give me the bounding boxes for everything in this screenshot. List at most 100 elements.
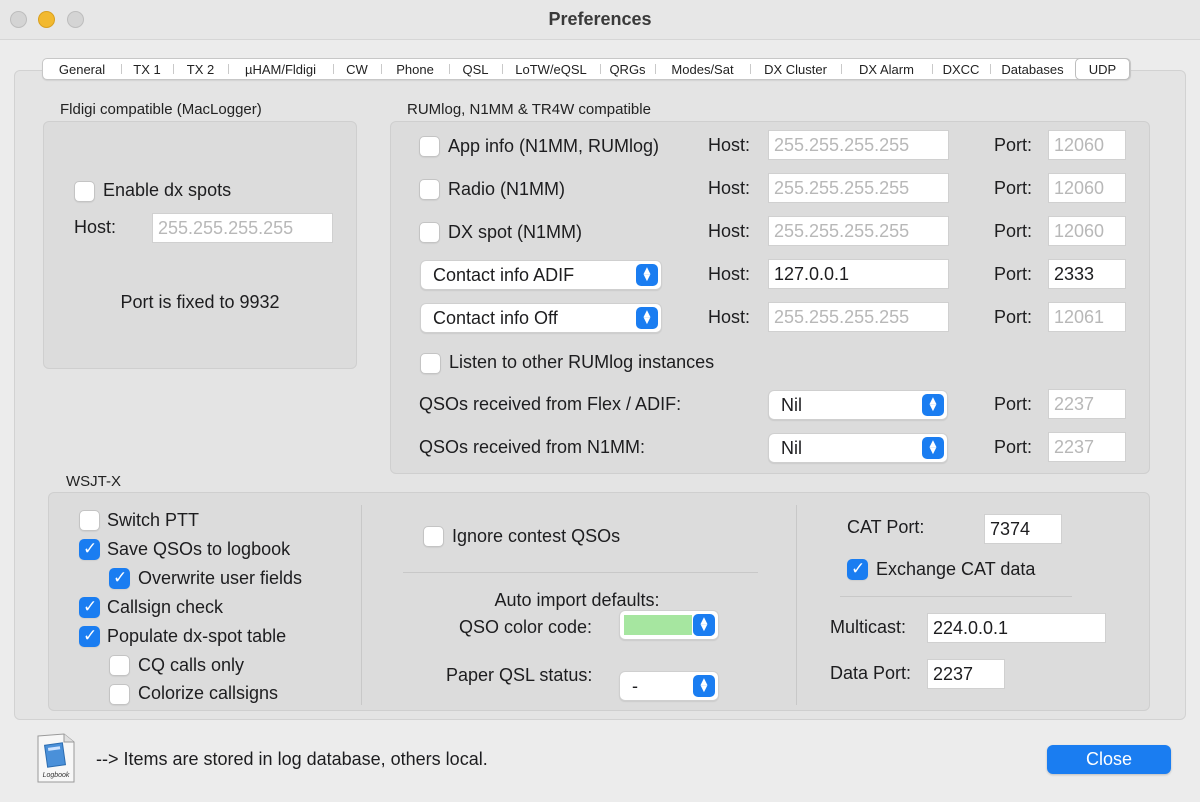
tab-lotw-eqsl[interactable]: LoTW/eQSL bbox=[502, 59, 600, 79]
contact-info-2-host-input[interactable]: 255.255.255.255 bbox=[768, 302, 949, 332]
column-divider bbox=[796, 505, 797, 705]
app-info-port-input[interactable]: 12060 bbox=[1048, 130, 1126, 160]
listen-rumlog-label: Listen to other RUMlog instances bbox=[449, 352, 715, 372]
port-label: Port: bbox=[994, 178, 1033, 198]
tab-dxcc[interactable]: DXCC bbox=[932, 59, 990, 79]
logbook-icon-caption: Logbook bbox=[42, 772, 70, 779]
fldigi-host-label: Host: bbox=[74, 217, 117, 237]
ignore-contest-checkbox[interactable] bbox=[423, 526, 444, 547]
tab-uham-fldigi[interactable]: µHAM/Fldigi bbox=[228, 59, 333, 79]
switch-ptt-label: Switch PTT bbox=[107, 510, 200, 530]
data-port-input[interactable]: 2237 bbox=[927, 659, 1005, 689]
cat-port-label: CAT Port: bbox=[847, 517, 925, 537]
flex-adif-popup-value: Nil bbox=[781, 395, 802, 415]
radio-label: Radio (N1MM) bbox=[448, 179, 566, 199]
host-label: Host: bbox=[708, 178, 751, 198]
callsign-check-label: Callsign check bbox=[107, 597, 224, 617]
enable-dx-spots-checkbox[interactable] bbox=[74, 181, 95, 202]
contact-info-1-host-input[interactable]: 127.0.0.1 bbox=[768, 259, 949, 289]
app-info-label: App info (N1MM, RUMlog) bbox=[448, 136, 660, 156]
storage-note: --> Items are stored in log database, ot… bbox=[96, 749, 488, 769]
window-title: Preferences bbox=[548, 9, 652, 29]
section-divider bbox=[840, 596, 1072, 597]
host-label: Host: bbox=[708, 135, 751, 155]
rumlog-group: App info (N1MM, RUMlog) Host: 255.255.25… bbox=[390, 121, 1150, 474]
colorize-callsigns-checkbox[interactable] bbox=[109, 684, 130, 705]
port-label: Port: bbox=[994, 307, 1033, 327]
radio-checkbox[interactable] bbox=[419, 179, 440, 200]
overwrite-user-fields-checkbox[interactable] bbox=[109, 568, 130, 589]
logbook-icon: Logbook bbox=[36, 732, 76, 784]
paper-qsl-label: Paper QSL status: bbox=[446, 665, 593, 685]
listen-rumlog-checkbox[interactable] bbox=[420, 353, 441, 374]
chevron-up-down-icon: ▲ ▼ bbox=[922, 437, 944, 459]
contact-info-popup-2[interactable]: Contact info Off ▲ ▼ bbox=[420, 303, 662, 333]
chevron-up-down-icon: ▲ ▼ bbox=[636, 307, 658, 329]
qso-color-label: QSO color code: bbox=[459, 617, 593, 637]
dx-spot-host-input[interactable]: 255.255.255.255 bbox=[768, 216, 949, 246]
save-qsos-checkbox[interactable] bbox=[79, 539, 100, 560]
n1mm-received-popup[interactable]: Nil ▲ ▼ bbox=[768, 433, 948, 463]
tab-qrgs[interactable]: QRGs bbox=[600, 59, 655, 79]
paper-qsl-popup[interactable]: - ▲ ▼ bbox=[619, 671, 719, 701]
ignore-contest-label: Ignore contest QSOs bbox=[452, 526, 621, 546]
tab-modes-sat[interactable]: Modes/Sat bbox=[655, 59, 750, 79]
tab-qsl[interactable]: QSL bbox=[449, 59, 502, 79]
dx-spot-port-input[interactable]: 12060 bbox=[1048, 216, 1126, 246]
contact-info-popup-1[interactable]: Contact info ADIF ▲ ▼ bbox=[420, 260, 662, 290]
tab-databases[interactable]: Databases bbox=[990, 59, 1075, 79]
close-button[interactable]: Close bbox=[1047, 745, 1171, 774]
chevron-up-down-icon: ▲ ▼ bbox=[693, 614, 715, 636]
fldigi-host-input[interactable]: 255.255.255.255 bbox=[152, 213, 333, 243]
host-label: Host: bbox=[708, 307, 751, 327]
tab-udp[interactable]: UDP bbox=[1075, 58, 1130, 80]
port-label: Port: bbox=[994, 437, 1033, 457]
qso-color-popup[interactable]: ▲ ▼ bbox=[619, 610, 719, 640]
radio-port-input[interactable]: 12060 bbox=[1048, 173, 1126, 203]
app-info-host-input[interactable]: 255.255.255.255 bbox=[768, 130, 949, 160]
chevron-up-down-icon: ▲ ▼ bbox=[922, 394, 944, 416]
multicast-label: Multicast: bbox=[830, 617, 907, 637]
dx-spot-label: DX spot (N1MM) bbox=[448, 222, 583, 242]
wsjtx-group-title: WSJT-X bbox=[66, 473, 121, 490]
flex-adif-port-input[interactable]: 2237 bbox=[1048, 389, 1126, 419]
radio-host-input[interactable]: 255.255.255.255 bbox=[768, 173, 949, 203]
tab-tx2[interactable]: TX 2 bbox=[173, 59, 228, 79]
save-qsos-label: Save QSOs to logbook bbox=[107, 539, 291, 559]
callsign-check-checkbox[interactable] bbox=[79, 597, 100, 618]
fldigi-port-note: Port is fixed to 9932 bbox=[120, 292, 280, 312]
flex-adif-label: QSOs received from Flex / ADIF: bbox=[419, 394, 682, 414]
chevron-up-down-icon: ▲ ▼ bbox=[636, 264, 658, 286]
tab-phone[interactable]: Phone bbox=[381, 59, 449, 79]
tab-dx-cluster[interactable]: DX Cluster bbox=[750, 59, 841, 79]
tab-dx-alarm[interactable]: DX Alarm bbox=[841, 59, 932, 79]
rumlog-group-title: RUMlog, N1MM & TR4W compatible bbox=[407, 101, 651, 118]
tab-cw[interactable]: CW bbox=[333, 59, 381, 79]
tab-tx1[interactable]: TX 1 bbox=[121, 59, 173, 79]
switch-ptt-checkbox[interactable] bbox=[79, 510, 100, 531]
cat-port-input[interactable]: 7374 bbox=[984, 514, 1062, 544]
exchange-cat-checkbox[interactable] bbox=[847, 559, 868, 580]
port-label: Port: bbox=[994, 221, 1033, 241]
qso-color-swatch bbox=[624, 615, 692, 635]
n1mm-received-port-input[interactable]: 2237 bbox=[1048, 432, 1126, 462]
n1mm-received-popup-value: Nil bbox=[781, 438, 802, 458]
cq-calls-only-label: CQ calls only bbox=[138, 655, 245, 675]
fldigi-group-title: Fldigi compatible (MacLogger) bbox=[60, 101, 262, 118]
port-label: Port: bbox=[994, 264, 1033, 284]
wsjtx-group: Switch PTT Save QSOs to logbook Overwrit… bbox=[48, 492, 1150, 711]
app-info-checkbox[interactable] bbox=[419, 136, 440, 157]
flex-adif-popup[interactable]: Nil ▲ ▼ bbox=[768, 390, 948, 420]
colorize-callsigns-label: Colorize callsigns bbox=[138, 683, 279, 703]
populate-dx-spot-checkbox[interactable] bbox=[79, 626, 100, 647]
contact-info-1-port-input[interactable]: 2333 bbox=[1048, 259, 1126, 289]
multicast-input[interactable]: 224.0.0.1 bbox=[927, 613, 1106, 643]
tab-bar: General TX 1 TX 2 µHAM/Fldigi CW Phone Q… bbox=[42, 58, 1131, 80]
dx-spot-checkbox[interactable] bbox=[419, 222, 440, 243]
exchange-cat-label: Exchange CAT data bbox=[876, 559, 1036, 579]
overwrite-user-fields-label: Overwrite user fields bbox=[138, 568, 303, 588]
cq-calls-only-checkbox[interactable] bbox=[109, 655, 130, 676]
contact-info-2-port-input[interactable]: 12061 bbox=[1048, 302, 1126, 332]
section-divider bbox=[403, 572, 758, 573]
tab-general[interactable]: General bbox=[43, 59, 121, 79]
